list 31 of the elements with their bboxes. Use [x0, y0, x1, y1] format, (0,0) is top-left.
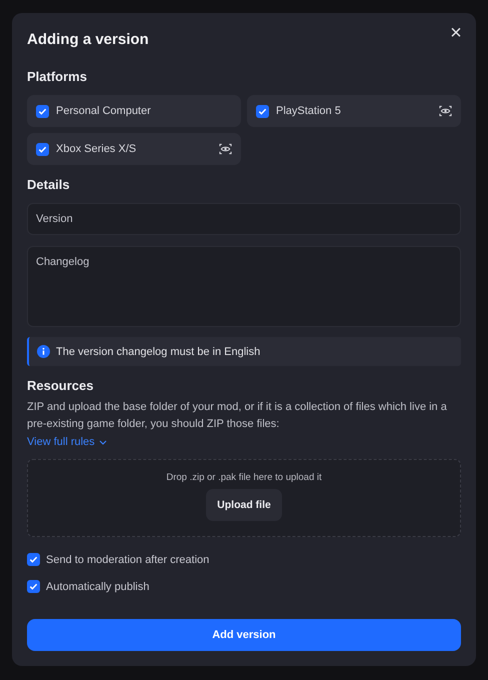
changelog-field[interactable]: Changelog: [27, 246, 461, 327]
notice-text: The version changelog must be in English: [56, 346, 260, 358]
section-heading: Resources: [27, 378, 94, 393]
platform-checkbox[interactable]: [36, 142, 49, 156]
eye-icon[interactable]: [439, 105, 452, 117]
version-field[interactable]: Version: [27, 203, 461, 235]
platform-card[interactable]: PlayStation 5: [247, 95, 461, 127]
dropzone-hint: Drop .zip or .pak file here to upload it: [166, 472, 322, 483]
close-button[interactable]: ×: [444, 21, 468, 45]
section-heading: Details: [27, 177, 71, 192]
option-label: Send to moderation after creation: [46, 554, 210, 566]
section-heading: Platforms: [27, 69, 88, 84]
dialog-title: Adding a version: [27, 31, 149, 49]
info-icon: [37, 345, 50, 358]
upload-dropzone[interactable]: Drop .zip or .pak file here to upload it Upload file: [27, 459, 461, 537]
platform-label: Personal Computer: [56, 105, 152, 117]
chevron-down-icon: [98, 440, 107, 444]
rules-link[interactable]: View full rules: [27, 436, 107, 448]
resources-description: ZIP and upload the base folder of your mod, or if it is a collection of files which live in a pre-existing game folder, you should ZIP those files:: [27, 400, 448, 432]
upload-button[interactable]: Upload file: [206, 489, 282, 521]
option-checkbox[interactable]: [27, 553, 40, 566]
eye-icon[interactable]: [219, 143, 232, 155]
platform-label: PlayStation 5: [276, 105, 342, 117]
platform-card[interactable]: Personal Computer: [27, 95, 241, 127]
platform-card[interactable]: Xbox Series X/S: [27, 133, 241, 165]
option-checkbox[interactable]: [27, 580, 40, 593]
platform-checkbox[interactable]: [36, 104, 49, 118]
add-version-button[interactable]: Add version: [27, 619, 461, 651]
option-label: Automatically publish: [46, 580, 150, 592]
platform-checkbox[interactable]: [256, 104, 269, 118]
platform-label: Xbox Series X/S: [56, 143, 138, 155]
